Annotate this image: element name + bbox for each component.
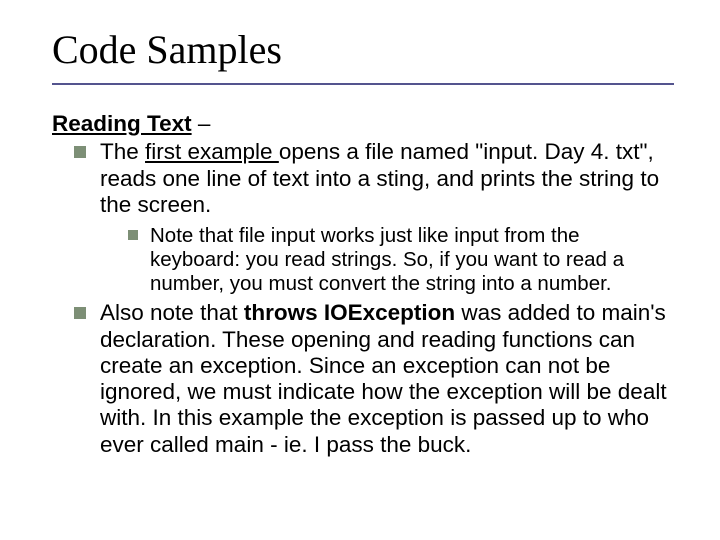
bullet-text-pre: Also note that [100,300,244,325]
bullet-item: Also note that throws IOException was ad… [74,300,674,458]
bullet-item: The first example opens a file named "in… [74,139,674,296]
bullet-list: The first example opens a file named "in… [52,139,674,458]
first-example-link[interactable]: first example [145,139,279,164]
sub-bullet-item: Note that file input works just like inp… [128,224,674,296]
section-heading-text: Reading Text [52,111,192,136]
slide-title: Code Samples [52,26,674,83]
sub-bullet-list: Note that file input works just like inp… [100,224,674,296]
section-heading-suffix: – [192,111,211,136]
sub-bullet-text: Note that file input works just like inp… [150,224,624,295]
title-underline [52,83,674,85]
bold-throws-ioexception: throws IOException [244,300,455,325]
section-heading: Reading Text – [52,111,674,137]
slide: Code Samples Reading Text – The first ex… [0,0,720,540]
bullet-text-pre: The [100,139,145,164]
slide-content: Reading Text – The first example opens a… [52,111,674,458]
